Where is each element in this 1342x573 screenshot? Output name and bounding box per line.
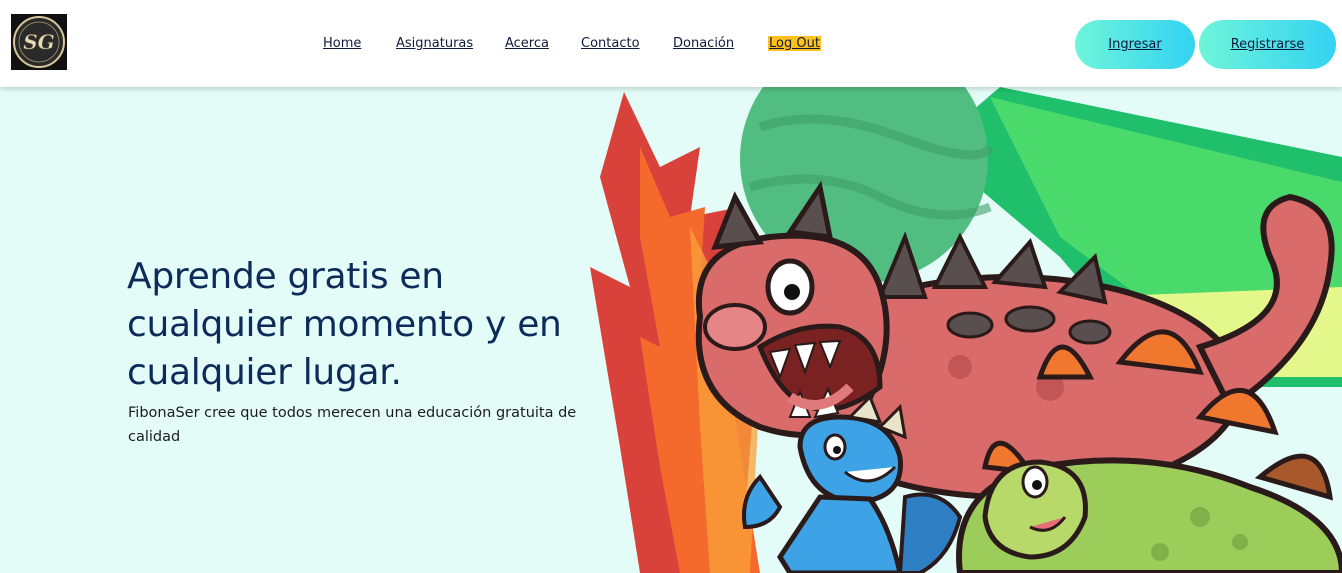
login-button[interactable]: Ingresar [1075,20,1195,69]
nav-home[interactable]: Home [323,36,361,51]
register-button[interactable]: Registrarse [1199,20,1336,69]
nav-donacion[interactable]: Donación [673,36,734,51]
hero-subtitle: FibonaSer cree que todos merecen una edu… [128,405,577,445]
nav-contacto[interactable]: Contacto [581,36,640,51]
hero-title: Aprende gratis en cualquier momento y en… [127,256,562,393]
hero-section: Aprende gratis en cualquier momento y en… [0,87,1342,573]
nav-acerca[interactable]: Acerca [505,36,549,51]
site-header: SG Home Asignaturas Acerca Contacto Dona… [0,0,1342,87]
nav-asignaturas[interactable]: Asignaturas [396,36,473,51]
nav-logout[interactable]: Log Out [768,36,821,51]
